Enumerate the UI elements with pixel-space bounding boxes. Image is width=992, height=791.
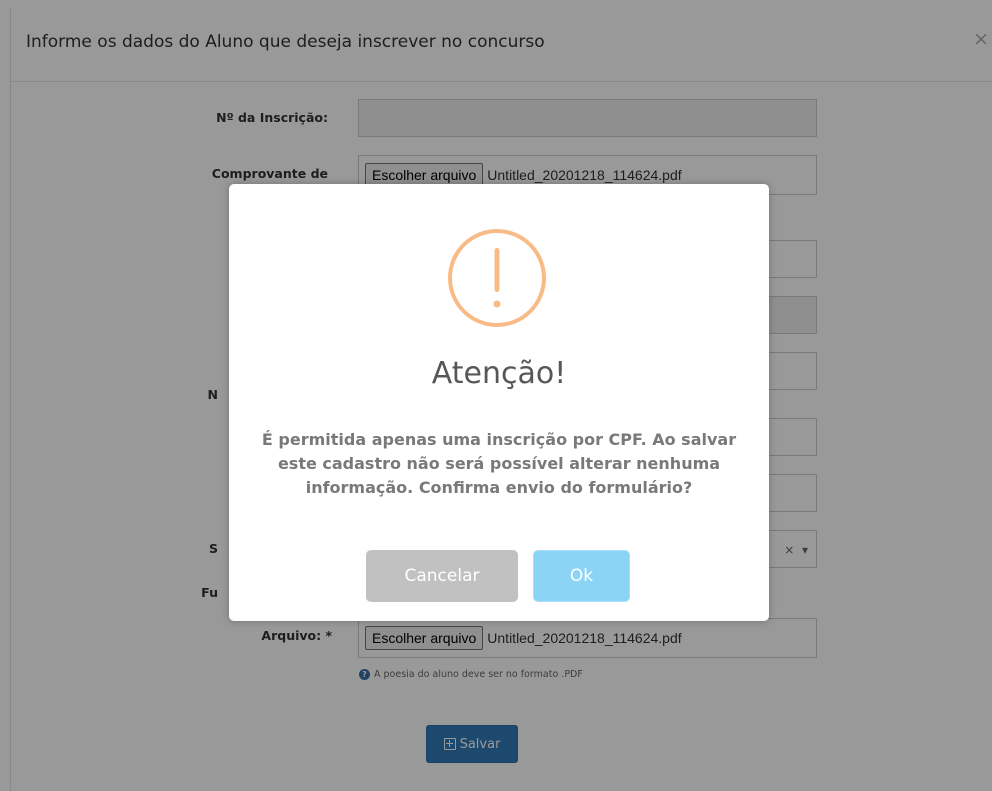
dialog-message: É permitida apenas uma inscrição por CPF… (261, 430, 737, 497)
confirm-dialog: Atenção! É permitida apenas uma inscriçã… (229, 184, 769, 621)
ok-button[interactable]: Ok (533, 550, 630, 602)
dialog-title: Atenção! (431, 356, 567, 391)
cancel-button[interactable]: Cancelar (366, 550, 518, 602)
warning-exclamation-icon (448, 229, 546, 327)
